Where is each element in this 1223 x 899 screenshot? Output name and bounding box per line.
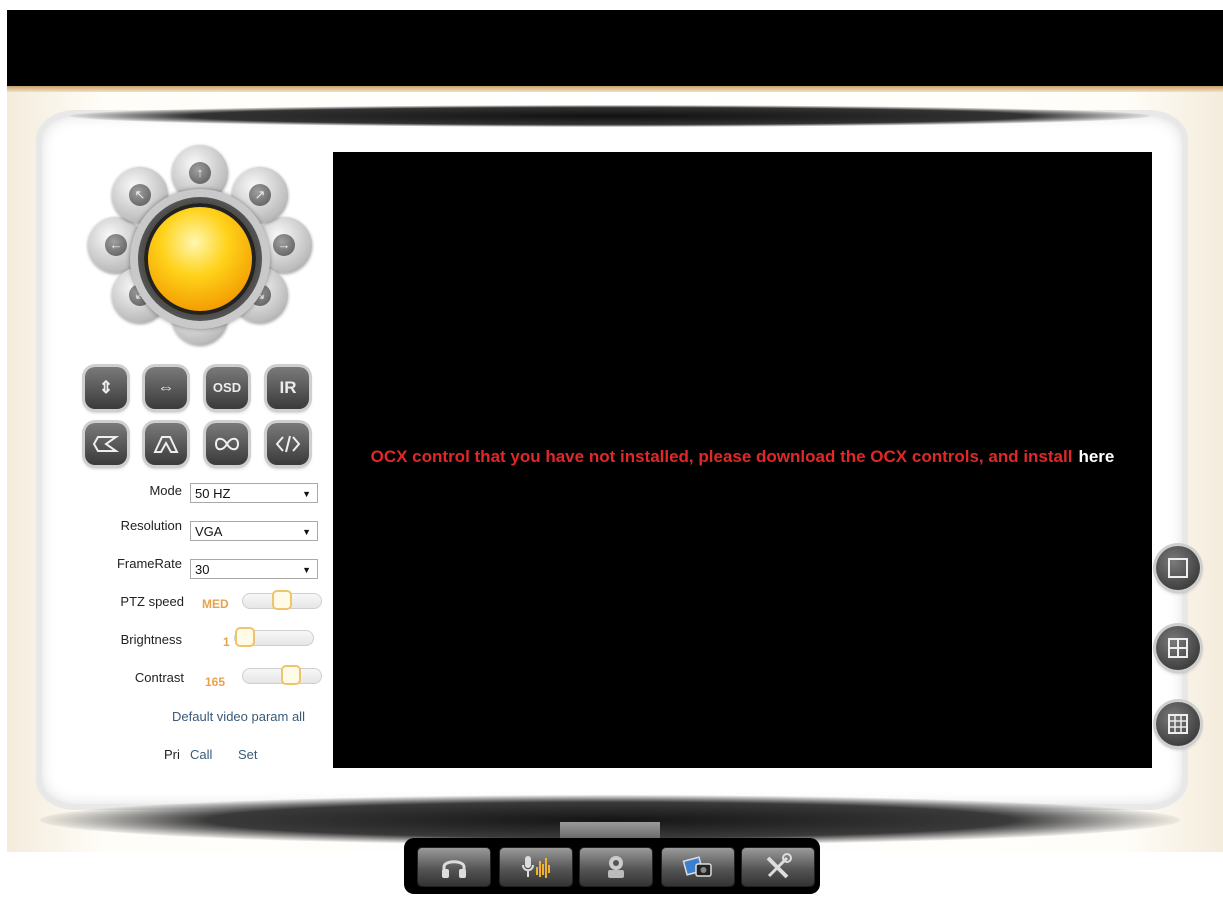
single-view-button[interactable] xyxy=(1156,546,1200,590)
preset-label: Pri xyxy=(164,747,180,762)
contrast-value: 165 xyxy=(205,675,226,689)
listen-button[interactable] xyxy=(418,848,490,886)
snapshot-button[interactable] xyxy=(662,848,734,886)
ocx-download-link[interactable]: here xyxy=(1078,447,1114,466)
vertical-cruise-button[interactable] xyxy=(145,423,187,465)
contrast-slider[interactable] xyxy=(242,665,322,685)
contrast-label: Contrast xyxy=(134,670,184,685)
resolution-select[interactable]: VGA ▼ xyxy=(190,521,318,541)
ptz-speed-slider[interactable] xyxy=(242,590,322,610)
ocx-warning-text: OCX control that you have not installed,… xyxy=(370,447,1073,466)
talk-button[interactable] xyxy=(500,848,572,886)
code-brackets-icon xyxy=(275,435,301,453)
loop-cruise-button[interactable] xyxy=(206,423,248,465)
right-arrow-icon: → xyxy=(273,234,295,256)
up-left-arrow-icon: ↖ xyxy=(129,184,151,206)
preset-call-link[interactable]: Call xyxy=(190,747,212,762)
quad-view-icon xyxy=(1168,638,1188,658)
osd-label: OSD xyxy=(212,380,242,395)
video-viewport: OCX control that you have not installed,… xyxy=(333,152,1152,768)
left-arrow-icon: ← xyxy=(105,234,127,256)
mode-label: Mode xyxy=(149,483,182,498)
left-cruise-icon xyxy=(92,436,120,452)
up-arrow-icon: ↑ xyxy=(189,162,211,184)
snapshot-icon xyxy=(682,856,712,877)
ir-button[interactable]: IR xyxy=(267,367,309,409)
brightness-slider[interactable] xyxy=(234,627,314,647)
chevron-down-icon: ▼ xyxy=(302,527,311,537)
left-cruise-button[interactable] xyxy=(85,423,127,465)
microphone-icon xyxy=(522,856,550,878)
chevron-down-icon: ▼ xyxy=(302,489,311,499)
ptz-center-button[interactable] xyxy=(144,203,256,315)
ptz-speed-label: PTZ speed xyxy=(120,594,184,609)
chevron-down-icon: ▼ xyxy=(302,565,311,575)
nine-view-button[interactable] xyxy=(1156,702,1200,746)
preset-set-link[interactable]: Set xyxy=(238,747,258,762)
framerate-label: FrameRate xyxy=(116,556,182,571)
single-view-icon xyxy=(1168,558,1188,578)
nine-view-icon xyxy=(1168,714,1188,734)
framerate-select[interactable]: 30 ▼ xyxy=(190,559,318,579)
vertical-flip-button[interactable]: ⇕ xyxy=(85,367,127,409)
ptz-speed-slider-handle[interactable] xyxy=(272,590,292,610)
ir-label: IR xyxy=(279,378,297,397)
mode-value: 50 HZ xyxy=(195,486,231,501)
settings-button[interactable] xyxy=(742,848,814,886)
top-banner xyxy=(7,10,1223,86)
osd-button[interactable]: OSD xyxy=(206,367,248,409)
headphones-icon xyxy=(442,860,466,878)
brightness-slider-handle[interactable] xyxy=(235,627,255,647)
vertical-flip-icon: ⇕ xyxy=(98,378,114,397)
ptz-speed-value: MED xyxy=(202,597,229,611)
horizontal-flip-icon: ⇔ xyxy=(157,378,175,397)
quad-view-button[interactable] xyxy=(1156,626,1200,670)
vertical-cruise-icon xyxy=(153,436,179,453)
bottom-toolbar xyxy=(404,838,820,894)
up-right-arrow-icon: ↗ xyxy=(249,184,271,206)
brightness-value: 1 xyxy=(223,635,230,649)
ptz-control: ↑ ↓ ← → ↖ ↗ ↙ ↘ xyxy=(86,145,312,345)
resolution-label: Resolution xyxy=(120,518,182,533)
horizontal-flip-button[interactable]: ⇔ xyxy=(145,367,187,409)
contrast-slider-handle[interactable] xyxy=(281,665,301,685)
framerate-value: 30 xyxy=(195,562,210,577)
infinity-icon xyxy=(214,437,240,451)
camera-record-icon xyxy=(608,856,624,878)
brightness-label: Brightness xyxy=(120,632,182,647)
mode-select[interactable]: 50 HZ ▼ xyxy=(190,483,318,503)
monitor-top-shadow xyxy=(70,105,1150,127)
resolution-value: VGA xyxy=(195,524,223,539)
ocx-warning: OCX control that you have not installed,… xyxy=(333,446,1152,467)
settings-tools-icon xyxy=(766,853,792,879)
default-video-param-link[interactable]: Default video param all xyxy=(172,709,305,724)
record-button[interactable] xyxy=(580,848,652,886)
code-button[interactable] xyxy=(267,423,309,465)
